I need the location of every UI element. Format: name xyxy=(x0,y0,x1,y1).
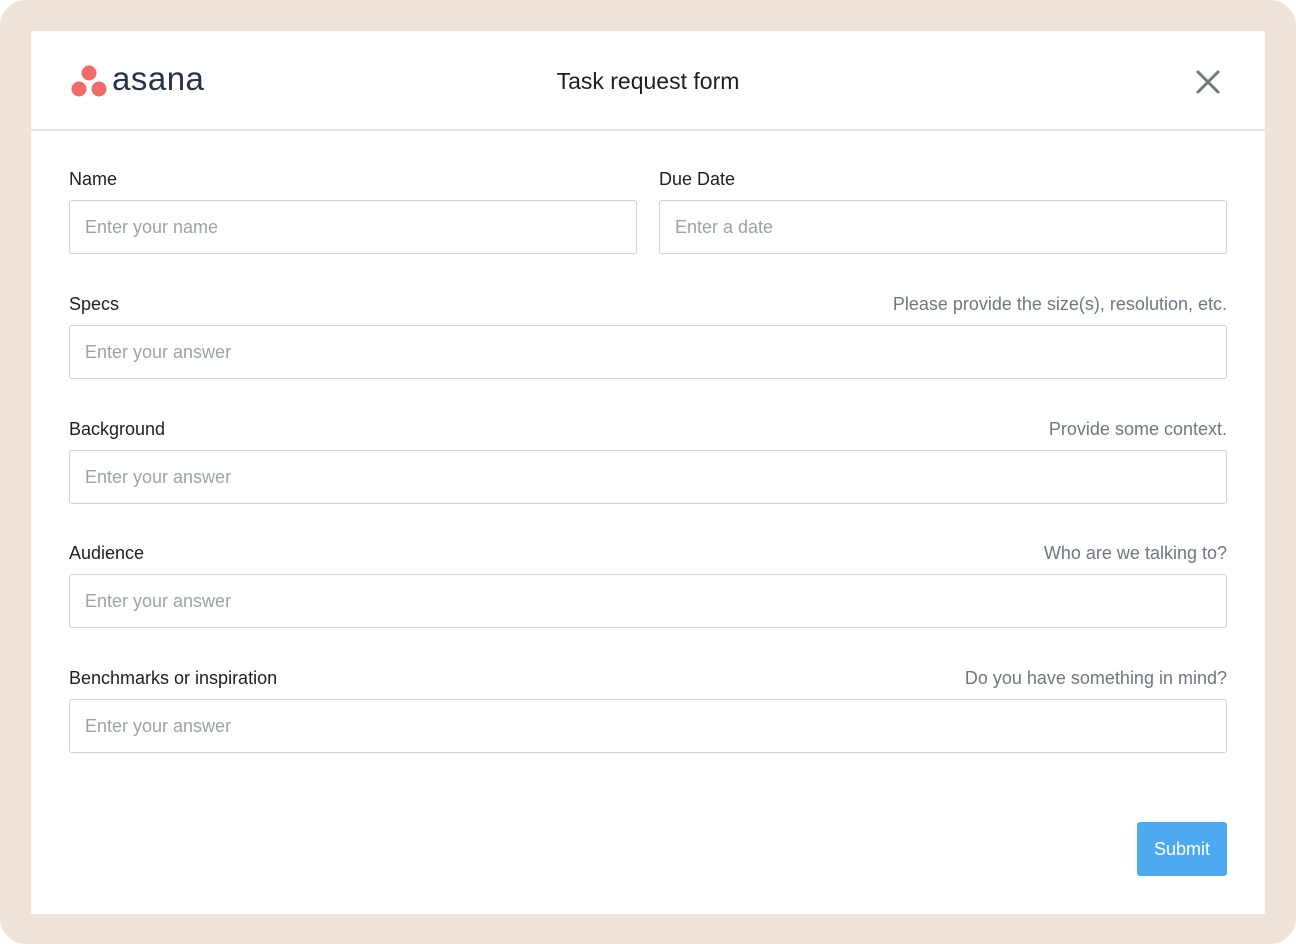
dialog-header: asana Task request form xyxy=(31,31,1265,131)
background-field-group: Background Provide some context. xyxy=(69,417,1227,507)
dialog-title: Task request form xyxy=(556,68,740,94)
specs-input[interactable] xyxy=(69,325,1227,379)
submit-button[interactable]: Submit xyxy=(1137,822,1227,876)
benchmarks-field-group: Benchmarks or inspiration Do you have so… xyxy=(69,666,1227,756)
specs-field-group: Specs Please provide the size(s), resolu… xyxy=(69,292,1227,382)
benchmarks-input[interactable] xyxy=(69,699,1227,753)
audience-label: Audience xyxy=(69,543,145,563)
specs-hint: Please provide the size(s), resolution, … xyxy=(892,294,1227,314)
audience-field-group: Audience Who are we talking to? xyxy=(69,541,1227,631)
window-frame: asana Task request form Name Due Date Sp… xyxy=(0,0,1296,944)
background-label: Background xyxy=(69,419,166,439)
name-input[interactable] xyxy=(69,200,637,254)
benchmarks-hint: Do you have something in mind? xyxy=(964,668,1227,688)
background-hint: Provide some context. xyxy=(1048,419,1227,439)
due-date-label: Due Date xyxy=(659,169,736,189)
background-input[interactable] xyxy=(69,450,1227,504)
name-label: Name xyxy=(69,169,118,189)
due-date-field-group: Due Date xyxy=(659,167,1227,257)
audience-hint: Who are we talking to? xyxy=(1043,543,1227,563)
audience-input[interactable] xyxy=(69,574,1227,628)
benchmarks-label: Benchmarks or inspiration xyxy=(69,668,278,688)
due-date-input[interactable] xyxy=(659,200,1227,254)
name-field-group: Name xyxy=(69,167,637,257)
form-dialog: asana Task request form Name Due Date Sp… xyxy=(31,31,1265,914)
specs-label: Specs xyxy=(69,294,120,314)
close-icon xyxy=(1196,70,1220,94)
close-button[interactable] xyxy=(1194,68,1222,96)
